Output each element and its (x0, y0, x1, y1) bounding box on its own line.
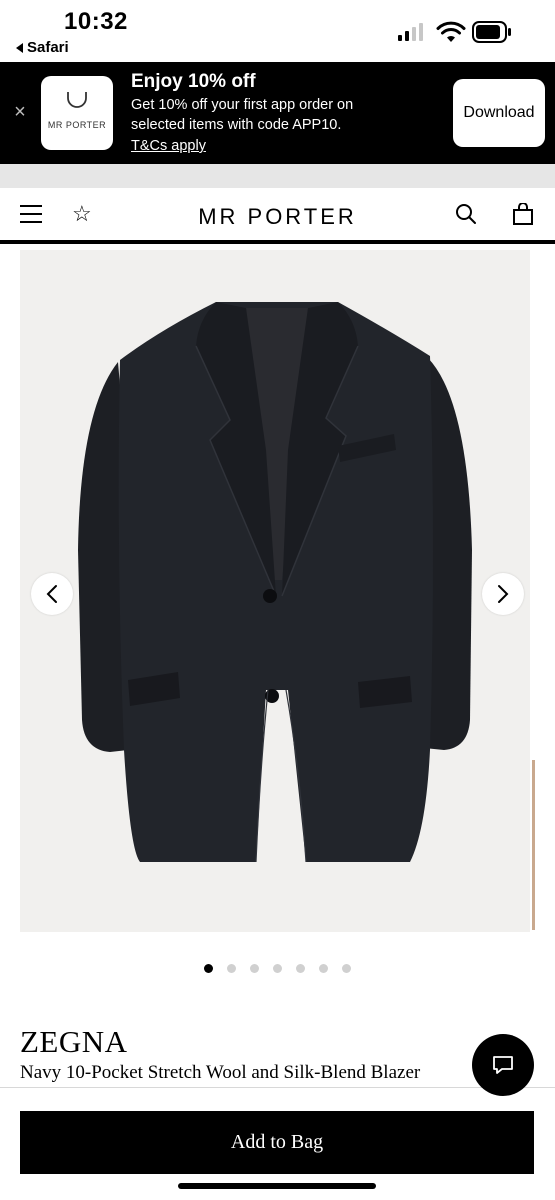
download-button[interactable]: Download (453, 79, 545, 147)
chevron-right-icon (498, 585, 509, 603)
pagination-dot[interactable] (204, 964, 213, 973)
add-to-bag-button[interactable]: Add to Bag (20, 1111, 534, 1174)
site-header: ☆ MR PORTER (0, 188, 555, 244)
signal-icon (398, 23, 423, 41)
battery-icon (472, 21, 511, 43)
designer-name[interactable]: ZEGNA (20, 1024, 128, 1060)
product-image[interactable] (20, 250, 534, 932)
back-arrow-icon (16, 42, 23, 53)
carousel-prev-button[interactable] (31, 573, 73, 615)
promo-text-line-1: Get 10% off your first app order on (131, 97, 354, 113)
hanger-icon (67, 92, 87, 108)
divider (0, 1087, 555, 1088)
chat-icon (493, 1056, 513, 1074)
back-app-label: Safari (27, 39, 69, 56)
carousel-next-button[interactable] (482, 573, 524, 615)
page-top-strip (0, 164, 555, 188)
promo-title: Enjoy 10% off (131, 71, 256, 92)
pagination-dot[interactable] (319, 964, 328, 973)
pagination-dot[interactable] (273, 964, 282, 973)
pagination-dot[interactable] (296, 964, 305, 973)
search-icon[interactable] (455, 203, 477, 225)
close-icon[interactable]: × (10, 102, 30, 122)
blazer-image (78, 302, 472, 863)
gallery-pagination (0, 964, 555, 973)
terms-link[interactable]: T&Cs apply (131, 138, 206, 154)
pagination-dot[interactable] (227, 964, 236, 973)
next-image-peek (530, 250, 555, 932)
app-logo: MR PORTER (41, 76, 113, 150)
wifi-icon (436, 21, 466, 42)
status-time: 10:32 (64, 8, 128, 35)
logo-text: MR PORTER (47, 120, 107, 130)
home-indicator[interactable] (178, 1183, 376, 1189)
chat-button[interactable] (472, 1034, 534, 1096)
back-to-app-link[interactable]: Safari (16, 39, 69, 56)
chevron-left-icon (46, 585, 57, 603)
app-promo-banner: × MR PORTER Enjoy 10% off Get 10% off yo… (0, 62, 555, 164)
promo-text-line-2: selected items with code APP10. (131, 117, 342, 133)
product-name: Navy 10-Pocket Stretch Wool and Silk-Ble… (20, 1062, 421, 1083)
bag-icon[interactable] (512, 203, 534, 225)
status-bar: 10:32 Safari (0, 0, 555, 62)
pagination-dot[interactable] (342, 964, 351, 973)
pagination-dot[interactable] (250, 964, 259, 973)
